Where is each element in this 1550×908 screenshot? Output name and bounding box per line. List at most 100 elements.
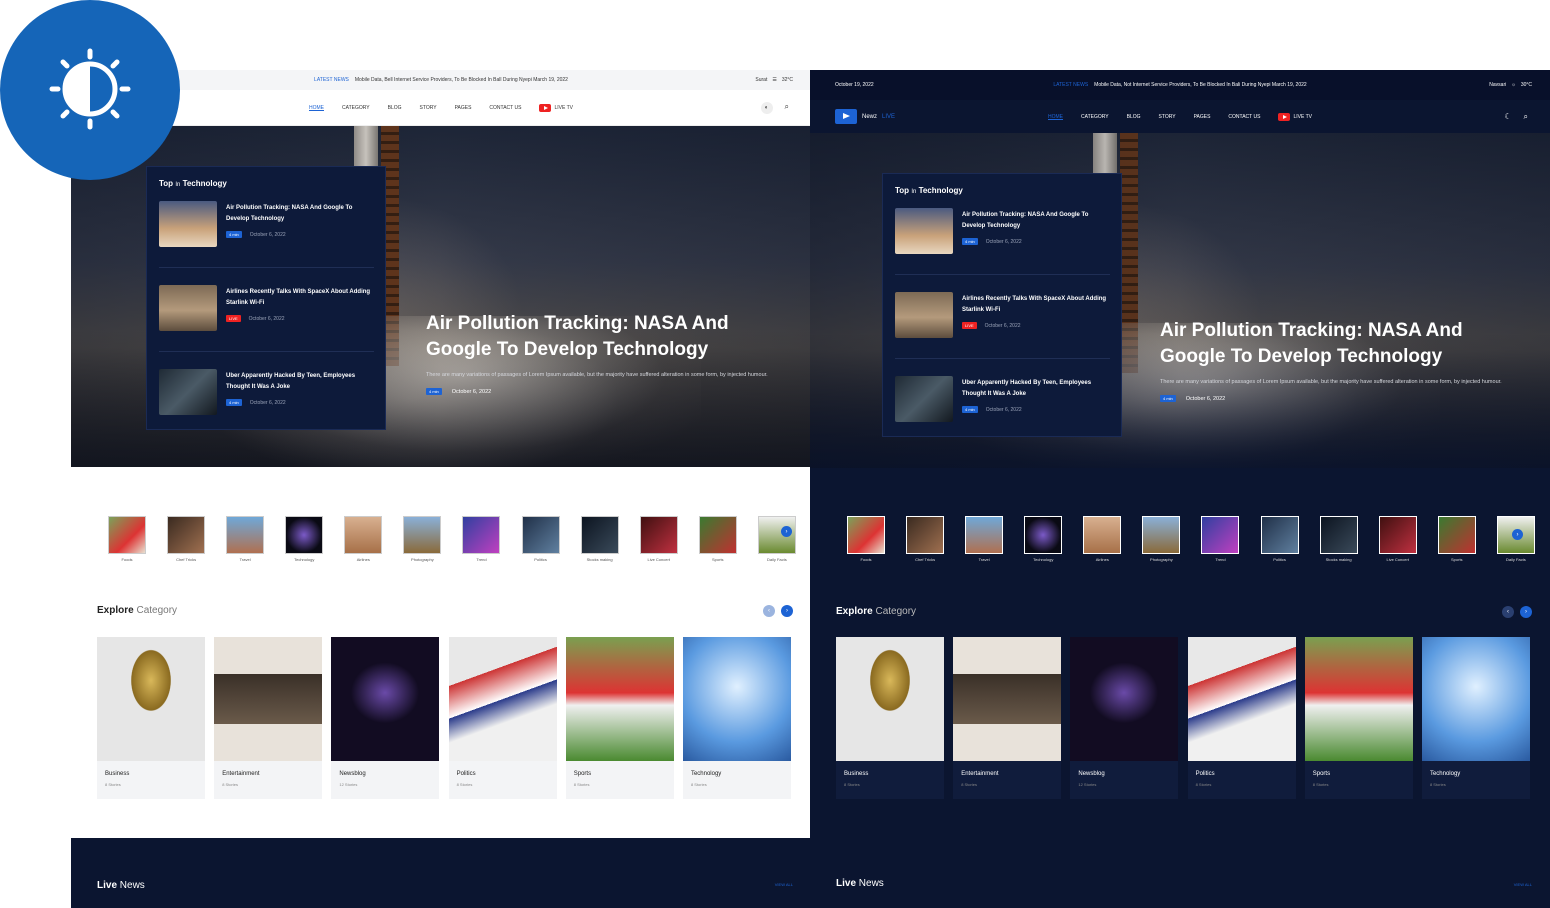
category-item[interactable]: Live Concert (639, 516, 679, 562)
item-date: October 6, 2022 (248, 315, 285, 322)
nav-story[interactable]: STORY (1159, 114, 1176, 120)
category-item[interactable]: Politics (521, 516, 561, 562)
category-item[interactable]: Photography (1141, 516, 1181, 562)
hero-banner[interactable]: Top In Technology Air Pollution Tracking… (71, 126, 811, 467)
top-technology-list: Top In Technology Air Pollution Tracking… (146, 166, 386, 430)
news-ticker[interactable]: LATEST NEWS Mobile Data, Not Internet Ser… (1053, 82, 1306, 88)
prev-arrow-button[interactable]: ‹ (763, 605, 775, 617)
category-card[interactable]: Technology 8 Stories (682, 637, 791, 799)
nav-live-tv[interactable]: LIVE TV (539, 103, 573, 112)
category-card[interactable]: Politics 8 Stories (448, 637, 557, 799)
live-tv-label: LIVE TV (554, 104, 573, 111)
main-nav: Newz LIVE HOME CATEGORY BLOG STORY PAGES … (810, 100, 1550, 133)
next-arrow-button[interactable]: › (781, 605, 793, 617)
search-icon[interactable]: ⌕ (785, 102, 789, 114)
menu-icon[interactable]: ☰ (772, 77, 776, 83)
category-card[interactable]: Newsblog 12 Stories (331, 637, 440, 799)
ticker-tag: LATEST NEWS (1053, 82, 1089, 88)
card-image (214, 637, 323, 761)
nav-contact[interactable]: CONTACT US (1228, 114, 1260, 120)
hero-title[interactable]: Air Pollution Tracking: NASA And Google … (1160, 318, 1530, 370)
weather-icon: ☼ (1511, 82, 1516, 88)
category-card[interactable]: Technology 8 Stories (1421, 637, 1530, 799)
category-item[interactable]: Trend (461, 516, 501, 562)
read-time-badge: 4 min (426, 388, 442, 395)
nav-pages[interactable]: PAGES (1194, 114, 1211, 120)
card-image (565, 637, 674, 761)
next-arrow-button[interactable]: › (1520, 606, 1532, 618)
category-item[interactable]: Sports (1437, 516, 1477, 562)
category-card[interactable]: Entertainment 8 Stories (953, 637, 1062, 799)
nav-contact[interactable]: CONTACT US (489, 105, 521, 111)
category-item[interactable]: Stocks making (580, 516, 620, 562)
list-item[interactable]: Airlines Recently Talks With SpaceX Abou… (895, 292, 1110, 338)
nav-story[interactable]: STORY (420, 105, 437, 111)
category-item[interactable]: Stocks making (1319, 516, 1359, 562)
next-arrow-button[interactable]: › (1512, 529, 1523, 540)
explore-heading: Explore Category (836, 606, 917, 617)
dark-theme-preview: October 19, 2022 LATEST NEWS Mobile Data,… (810, 70, 1550, 908)
category-item[interactable]: Airlines (1082, 516, 1122, 562)
ticker-tag: LATEST NEWS (314, 77, 349, 83)
list-item[interactable]: Air Pollution Tracking: NASA And Google … (895, 208, 1110, 254)
nav-blog[interactable]: BLOG (1127, 114, 1141, 120)
view-all-link[interactable]: VIEW ALL (775, 882, 793, 887)
category-item[interactable]: Photography (402, 516, 442, 562)
city-label: Surat (755, 77, 768, 83)
category-card[interactable]: Sports 8 Stories (1304, 637, 1413, 799)
category-item[interactable]: Daily Facts (757, 516, 797, 562)
youtube-icon (539, 103, 552, 112)
nav-home[interactable]: HOME (309, 105, 324, 111)
hero-article[interactable]: Air Pollution Tracking: NASA And Google … (426, 311, 796, 395)
search-icon[interactable]: ⌕ (1524, 112, 1528, 122)
category-card[interactable]: Business 8 Stories (836, 637, 944, 799)
category-card[interactable]: Entertainment 8 Stories (214, 637, 323, 799)
live-badge: LIVE (226, 315, 241, 322)
category-item[interactable]: Live Concert (1378, 516, 1418, 562)
nav-category[interactable]: CATEGORY (1081, 114, 1109, 120)
category-card[interactable]: Newsblog 12 Stories (1070, 637, 1179, 799)
moon-icon[interactable]: ☾ (1504, 112, 1511, 122)
category-card[interactable]: Sports 8 Stories (565, 637, 674, 799)
category-item[interactable]: Chef Tricks (166, 516, 206, 562)
theme-toggle-badge[interactable] (0, 0, 180, 180)
category-item[interactable]: Foods (846, 516, 886, 562)
city-label: Navsari (1489, 82, 1507, 88)
nav-blog[interactable]: BLOG (388, 105, 402, 111)
category-item[interactable]: Trend (1200, 516, 1240, 562)
nav-home[interactable]: HOME (1048, 114, 1063, 120)
play-logo-icon (835, 109, 857, 124)
category-item[interactable]: Technology (1023, 516, 1063, 562)
category-item[interactable]: Travel (964, 516, 1004, 562)
news-ticker[interactable]: LATEST NEWS Mobile Data, Bell Internet Se… (314, 77, 568, 83)
category-item[interactable]: Politics (1260, 516, 1300, 562)
category-item[interactable]: Chef Tricks (905, 516, 945, 562)
category-item[interactable]: Technology (284, 516, 324, 562)
list-item[interactable]: Airlines Recently Talks With SpaceX Abou… (159, 285, 374, 331)
theme-toggle-icon[interactable]: ◐ (760, 101, 773, 114)
list-title: Top In Technology (895, 186, 963, 195)
nav-pages[interactable]: PAGES (455, 105, 472, 111)
category-card[interactable]: Politics 8 Stories (1187, 637, 1296, 799)
ticker-text: Mobile Data, Not Internet Service Provid… (1094, 82, 1307, 88)
next-arrow-button[interactable]: › (781, 526, 792, 537)
prev-arrow-button[interactable]: ‹ (1502, 606, 1514, 618)
list-item[interactable]: Uber Apparently Hacked By Teen, Employee… (895, 376, 1110, 422)
category-item[interactable]: Sports (698, 516, 738, 562)
category-cards: Business 8 Stories Entertainment 8 Stories… (836, 637, 1530, 799)
hero-banner[interactable]: Top In Technology Air Pollution Tracking… (810, 133, 1550, 468)
view-all-link[interactable]: VIEW ALL (1514, 882, 1532, 887)
category-item[interactable]: Foods (107, 516, 147, 562)
list-item[interactable]: Air Pollution Tracking: NASA And Google … (159, 201, 374, 247)
thumbnail (895, 292, 953, 338)
logo[interactable]: Newz LIVE (835, 109, 895, 124)
nav-category[interactable]: CATEGORY (342, 105, 370, 111)
category-item[interactable]: Travel (225, 516, 265, 562)
category-item[interactable]: Airlines (343, 516, 383, 562)
item-date: October 6, 2022 (249, 399, 286, 406)
list-item[interactable]: Uber Apparently Hacked By Teen, Employee… (159, 369, 374, 415)
hero-article[interactable]: Air Pollution Tracking: NASA And Google … (1160, 318, 1530, 402)
hero-title[interactable]: Air Pollution Tracking: NASA And Google … (426, 311, 796, 363)
nav-live-tv[interactable]: LIVE TV (1278, 112, 1312, 121)
category-card[interactable]: Business 8 Stories (97, 637, 205, 799)
